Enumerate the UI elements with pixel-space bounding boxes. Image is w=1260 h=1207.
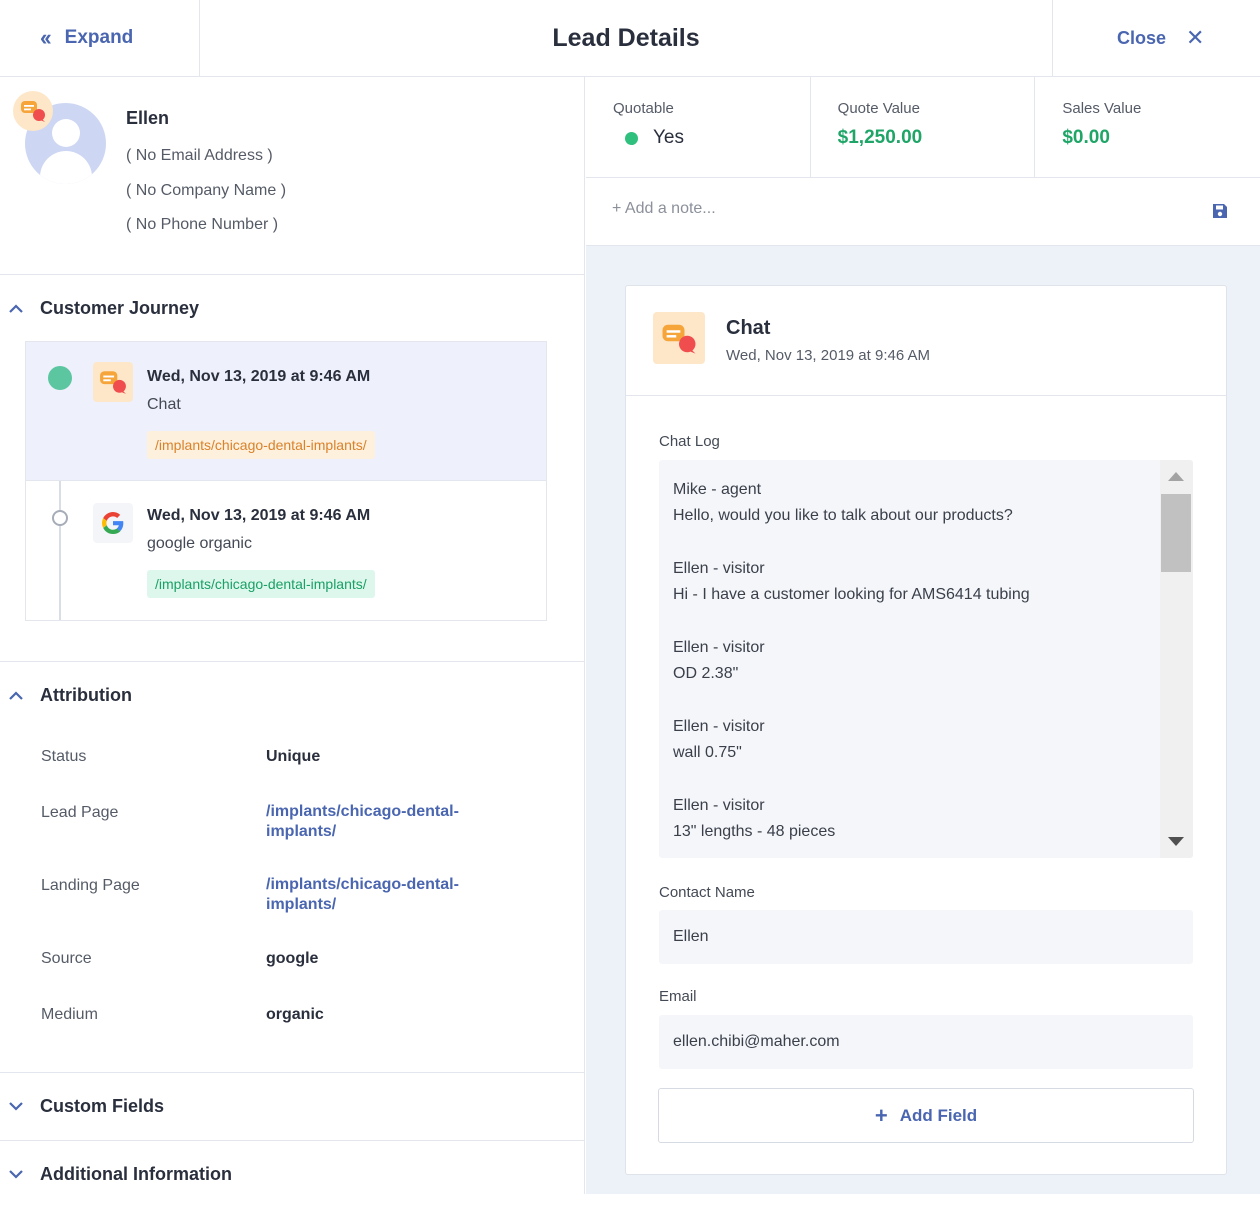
chat-log-label: Chat Log (659, 433, 720, 450)
status-dot-icon (625, 131, 638, 145)
chevron-up-icon (6, 303, 26, 313)
journey-date: Wed, Nov 13, 2019 at 9:46 AM (147, 368, 371, 385)
scroll-up-arrow-icon[interactable] (1168, 472, 1184, 481)
stat-quote-value: Quote Value $1,250.00 (811, 77, 1036, 177)
add-field-button[interactable]: + Add Field (658, 1088, 1194, 1143)
header: ‹‹ Expand Lead Details Close ✕ (0, 0, 1260, 77)
note-input[interactable] (612, 200, 1172, 218)
chat-log-text: Mike - agent Hello, would you like to ta… (673, 477, 1163, 845)
lead-phone: ( No Phone Number ) (126, 216, 279, 233)
contact-name-label: Contact Name (659, 884, 755, 901)
chat-card-header: Chat Wed, Nov 13, 2019 at 9:46 AM (626, 286, 1226, 396)
chevron-down-icon (6, 1101, 26, 1111)
journey-type: Chat (147, 396, 181, 413)
custom-fields-header[interactable]: Custom Fields (0, 1073, 584, 1139)
google-icon (93, 503, 133, 543)
chat-message: Hello, would you like to talk about our … (673, 507, 1013, 525)
attr-value-medium: organic (266, 1006, 324, 1023)
customer-journey-title: Customer Journey (40, 297, 200, 318)
attribution-title: Attribution (40, 684, 132, 705)
chat-speaker: Ellen - visitor (673, 796, 765, 814)
lead-profile: Ellen ( No Email Address ) ( No Company … (0, 77, 584, 275)
contact-name-field[interactable]: Ellen (659, 910, 1193, 964)
double-chevron-left-icon: ‹‹ (40, 25, 52, 50)
additional-information-title: Additional Information (40, 1163, 232, 1184)
attr-label-landing-page: Landing Page (41, 877, 140, 894)
sales-value: $0.00 (1062, 127, 1110, 148)
attr-label-lead-page: Lead Page (41, 804, 119, 821)
chevron-up-icon (6, 690, 26, 700)
journey-item[interactable]: Wed, Nov 13, 2019 at 9:46 AM google orga… (26, 481, 546, 620)
chat-log[interactable]: Mike - agent Hello, would you like to ta… (659, 460, 1193, 858)
lead-email: ( No Email Address ) (126, 147, 273, 164)
stat-label: Quotable (613, 100, 674, 117)
timeline-dot (52, 510, 68, 526)
stat-sales-value: Sales Value $0.00 (1035, 77, 1260, 177)
quotable-value: Yes (653, 127, 684, 148)
close-icon: ✕ (1186, 25, 1205, 50)
timeline-dot (48, 366, 72, 390)
scroll-down-arrow-icon[interactable] (1168, 837, 1184, 846)
custom-fields-title: Custom Fields (40, 1095, 165, 1116)
page-title: Lead Details (552, 23, 700, 52)
attr-value-landing-page[interactable]: /implants/chicago-dental-implants/ (266, 875, 496, 915)
right-panel: Quotable Yes Quote Value $1,250.00 Sales… (586, 77, 1260, 1194)
scrollbar-thumb[interactable] (1161, 494, 1191, 572)
journey-url-tag[interactable]: /implants/chicago-dental-implants/ (147, 570, 375, 598)
save-icon[interactable] (1212, 203, 1228, 219)
stat-label: Sales Value (1062, 100, 1142, 117)
customer-journey-list: Wed, Nov 13, 2019 at 9:46 AM Chat /impla… (25, 341, 547, 621)
chat-speaker: Ellen - visitor (673, 638, 765, 656)
chat-badge-icon (13, 91, 53, 131)
journey-type: google organic (147, 535, 252, 552)
email-label: Email (659, 988, 697, 1005)
additional-information-header[interactable]: Additional Information (0, 1141, 584, 1207)
journey-date: Wed, Nov 13, 2019 at 9:46 AM (147, 507, 371, 524)
customer-journey-header[interactable]: Customer Journey (0, 275, 584, 341)
chat-icon (93, 362, 133, 402)
add-field-label: Add Field (899, 1105, 978, 1125)
stat-quotable: Quotable Yes (586, 77, 811, 177)
email-field[interactable]: ellen.chibi@maher.com (659, 1015, 1193, 1069)
chat-log-scrollbar[interactable] (1160, 460, 1193, 858)
chat-message: OD 2.38" (673, 665, 739, 683)
chat-message: 13" lengths - 48 pieces (673, 822, 836, 840)
quote-value: $1,250.00 (837, 127, 923, 148)
chat-icon (653, 312, 705, 364)
card-date: Wed, Nov 13, 2019 at 9:46 AM (726, 347, 931, 364)
stats-bar: Quotable Yes Quote Value $1,250.00 Sales… (586, 77, 1260, 178)
stat-label: Quote Value (837, 100, 920, 117)
attr-value-source: google (266, 950, 319, 967)
attr-value-status: Unique (266, 748, 321, 765)
attr-label-status: Status (41, 748, 87, 765)
plus-icon: + (874, 1102, 888, 1128)
lead-name: Ellen (126, 108, 170, 128)
expand-label: Expand (64, 27, 134, 48)
chat-speaker: Ellen - visitor (673, 717, 765, 735)
attribution-header[interactable]: Attribution (0, 662, 584, 728)
expand-button[interactable]: ‹‹ Expand (0, 0, 200, 76)
attr-value-lead-page[interactable]: /implants/chicago-dental-implants/ (266, 802, 496, 842)
journey-item[interactable]: Wed, Nov 13, 2019 at 9:46 AM Chat /impla… (26, 342, 546, 481)
lead-company: ( No Company Name ) (126, 182, 287, 199)
chat-speaker: Ellen - visitor (673, 559, 765, 577)
chat-speaker: Mike - agent (673, 481, 762, 498)
note-bar (586, 178, 1260, 246)
chat-card: Chat Wed, Nov 13, 2019 at 9:46 AM Chat L… (625, 285, 1227, 1175)
attr-label-medium: Medium (41, 1006, 98, 1023)
card-title: Chat (726, 317, 771, 339)
chat-message: wall 0.75" (673, 743, 742, 761)
close-label: Close (1117, 27, 1167, 48)
chevron-down-icon (6, 1169, 26, 1179)
attr-label-source: Source (41, 950, 92, 967)
close-button[interactable]: Close ✕ (1052, 0, 1260, 76)
chat-message: Hi - I have a customer looking for AMS64… (673, 586, 1030, 604)
left-panel: Ellen ( No Email Address ) ( No Company … (0, 77, 585, 1194)
journey-url-tag[interactable]: /implants/chicago-dental-implants/ (147, 431, 375, 459)
